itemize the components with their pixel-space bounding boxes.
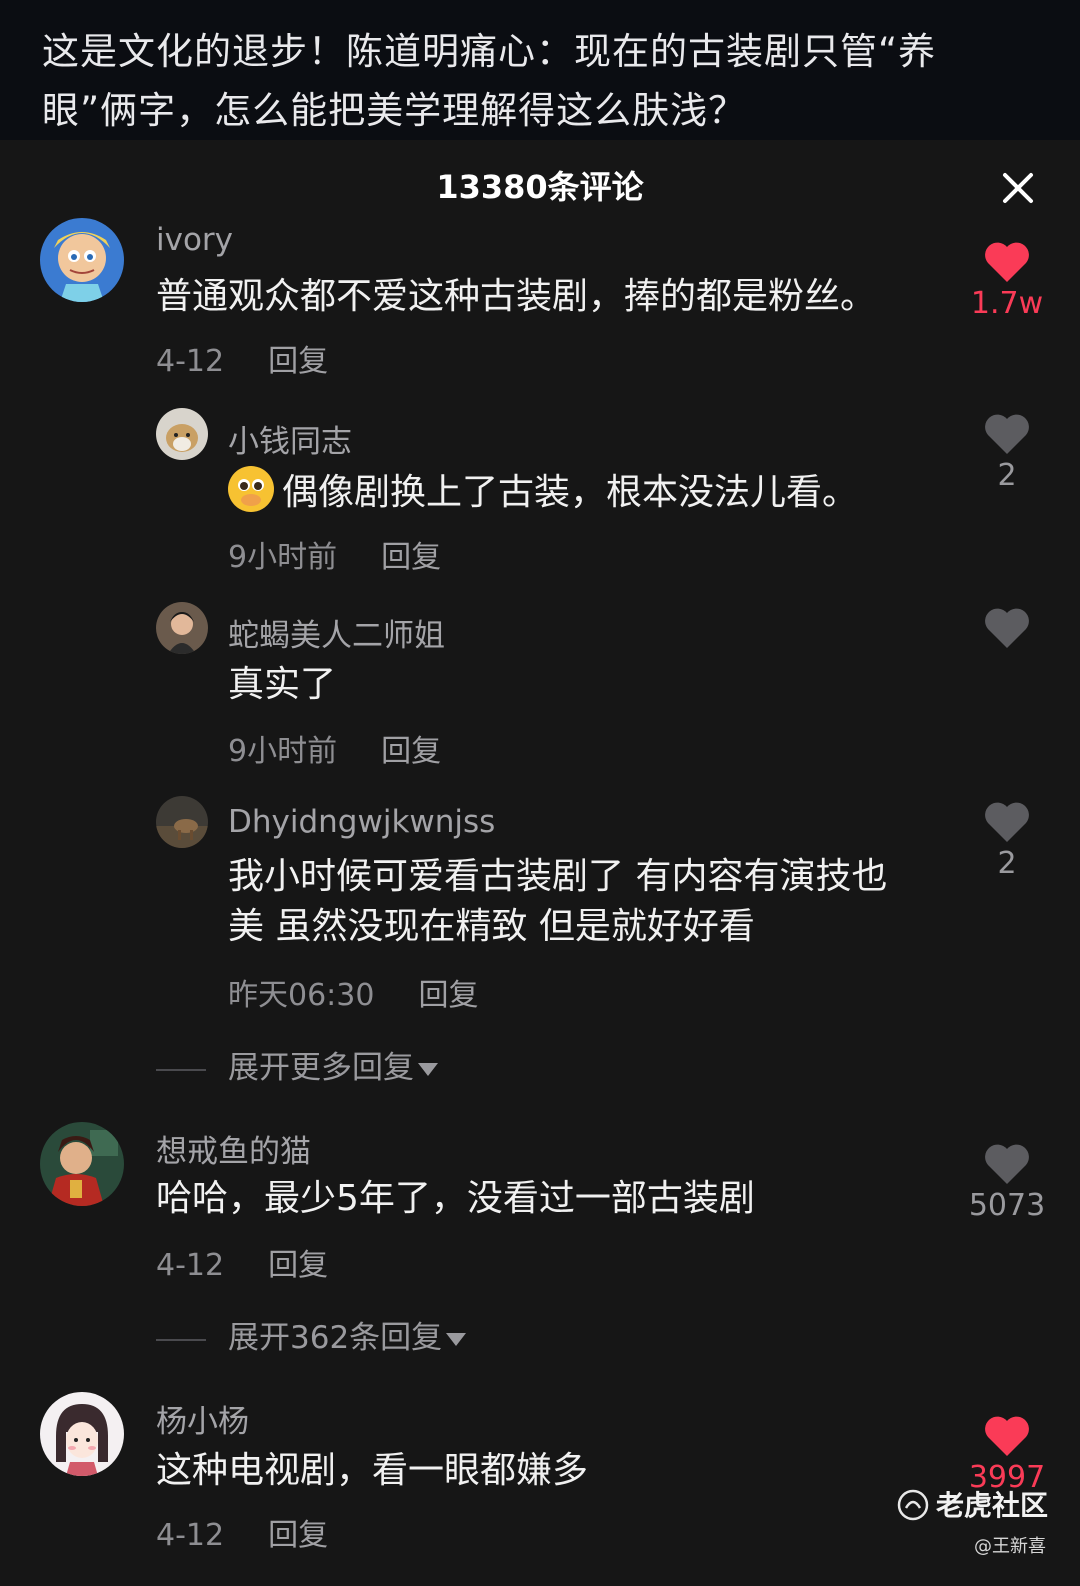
reply-button[interactable]: 回复 <box>268 1518 328 1553</box>
like-button[interactable]: 2 <box>962 412 1052 493</box>
like-count: 2 <box>997 458 1017 493</box>
watermark-author: @王新喜 <box>974 1536 1046 1557</box>
watermark-brand-text: 老虎社区 <box>936 1489 1049 1522</box>
comment-date: 4-12 <box>156 1248 225 1283</box>
article-headline: 这是文化的退步！陈道明痛心：现在的古装剧只管“养 眼”俩字，怎么能把美学理解得这… <box>0 0 1080 148</box>
comment-meta: 9小时前 回复 <box>228 726 441 770</box>
pleading-emoji-icon <box>228 466 274 512</box>
like-count: 1.7w <box>970 286 1044 321</box>
avatar[interactable] <box>156 602 208 654</box>
heart-icon <box>985 242 1029 282</box>
heart-icon <box>985 608 1029 648</box>
heart-icon <box>985 1416 1029 1456</box>
expand-more-replies[interactable]: 展开更多回复 <box>156 1042 438 1087</box>
comment-username[interactable]: Dhyidngwjkwnjss <box>228 804 495 840</box>
heart-icon <box>985 414 1029 454</box>
reply-button[interactable]: 回复 <box>268 344 328 379</box>
watermark-brand: 老虎社区 <box>896 1484 1048 1524</box>
heart-icon <box>985 1144 1029 1184</box>
comment-date: 9小时前 <box>228 540 338 575</box>
tiger-logo-icon <box>897 1489 929 1521</box>
like-button[interactable]: 5073 <box>962 1142 1052 1223</box>
avatar[interactable] <box>156 796 208 848</box>
comment-date: 9小时前 <box>228 734 338 769</box>
divider-line <box>156 1068 206 1071</box>
comment-text: 这种电视剧，看一眼都嫌多 <box>156 1450 589 1491</box>
comment-meta: 昨天06:30 回复 <box>228 970 478 1014</box>
like-button[interactable] <box>962 606 1052 652</box>
comment-date: 昨天06:30 <box>228 978 375 1013</box>
comment-username[interactable]: 杨小杨 <box>156 1396 249 1441</box>
divider-line <box>156 1338 206 1341</box>
comment-text: 哈哈，最少5年了，没看过一部古装剧 <box>156 1178 755 1219</box>
comment-username[interactable]: ivory <box>156 222 233 258</box>
comment-username[interactable]: 蛇蝎美人二师姐 <box>228 610 445 655</box>
comment-text: 真实了 <box>228 664 337 705</box>
like-count: 5073 <box>968 1188 1046 1223</box>
reply-button[interactable]: 回复 <box>418 978 478 1013</box>
like-count: 2 <box>997 846 1017 881</box>
comment-text: 偶像剧换上了古装，根本没法儿看。 <box>228 466 858 518</box>
comment-meta: 4-12 回复 <box>156 336 328 380</box>
comment-username[interactable]: 小钱同志 <box>228 416 352 461</box>
comment-meta: 4-12 回复 <box>156 1240 328 1284</box>
close-icon[interactable] <box>996 166 1040 210</box>
headline-line-2: 眼”俩字，怎么能把美学理解得这么肤浅？ <box>42 89 747 132</box>
expand-label: 展开更多回复 <box>228 1050 414 1086</box>
comment-date: 4-12 <box>156 1518 225 1553</box>
like-button[interactable]: 2 <box>962 800 1052 881</box>
reply-button[interactable]: 回复 <box>268 1248 328 1283</box>
comment-text-content: 偶像剧换上了古装，根本没法儿看。 <box>282 472 859 513</box>
expand-label: 展开362条回复 <box>228 1320 443 1356</box>
comment-meta: 4-12 回复 <box>156 1510 328 1554</box>
expand-replies[interactable]: 展开362条回复 <box>156 1312 467 1357</box>
reply-button[interactable]: 回复 <box>381 734 441 769</box>
heart-icon <box>985 802 1029 842</box>
comment-count-title: 13380条评论 <box>436 168 644 206</box>
comment-text-line-1: 我小时候可爱看古装剧了 有内容有演技也 <box>228 856 888 897</box>
comment-text: 普通观众都不爱这种古装剧，捧的都是粉丝。 <box>156 276 877 317</box>
avatar[interactable] <box>40 1392 124 1476</box>
comment-date: 4-12 <box>156 344 225 379</box>
caret-down-icon <box>446 1333 467 1346</box>
reply-button[interactable]: 回复 <box>381 540 441 575</box>
avatar[interactable] <box>156 408 208 460</box>
like-button[interactable]: 1.7w <box>962 240 1052 321</box>
comment-meta: 9小时前 回复 <box>228 532 441 576</box>
avatar[interactable] <box>40 1122 124 1206</box>
comment-username[interactable]: 想戒鱼的猫 <box>156 1126 311 1171</box>
comment-text-line-2: 美 虽然没现在精致 但是就好好看 <box>228 906 755 947</box>
headline-line-1: 这是文化的退步！陈道明痛心：现在的古装剧只管“养 <box>42 30 937 73</box>
caret-down-icon <box>418 1063 438 1076</box>
avatar[interactable] <box>40 218 124 302</box>
like-button[interactable]: 3997 <box>962 1414 1052 1495</box>
